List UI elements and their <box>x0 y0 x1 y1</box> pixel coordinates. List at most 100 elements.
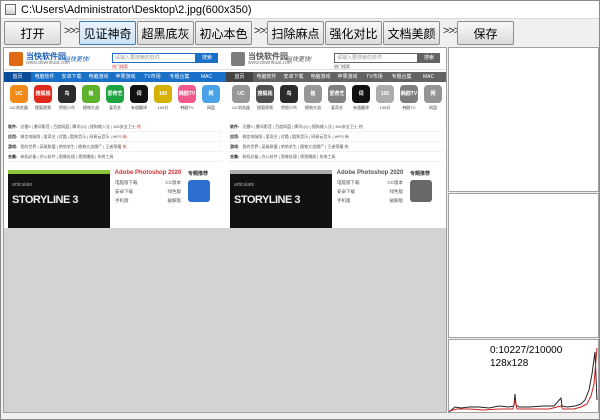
site-app-icon: 鸟愤怒小鸟 <box>278 85 300 111</box>
site-app-icon: 韩剧TV 韩剧TV <box>398 85 420 111</box>
enhance-contrast-button[interactable]: 强化对比 <box>325 21 382 45</box>
site-search-button: 搜索 <box>196 53 218 63</box>
site-nav-item: 专题合集 <box>169 74 190 80</box>
promo-link: 电脑版下载 <box>115 180 138 185</box>
site-app-icon-image: 网 <box>424 85 442 103</box>
save-button[interactable]: 保存 <box>457 21 514 45</box>
hot-badge: 热 <box>121 144 127 149</box>
site-app-icon-image: 100 <box>154 85 172 103</box>
banner-stripe <box>8 170 110 174</box>
category-label: 应用: <box>8 134 18 139</box>
document-beauty-button[interactable]: 文档美颜 <box>383 21 440 45</box>
site-app-icon-image: 韩剧TV <box>400 85 418 103</box>
promo-link: 电脑版下载 <box>337 180 360 185</box>
app-icon-row: UC UC浏览器 搜狐视频 搜狐视频鸟愤怒小鸟植植物大战 爱奇艺 爱奇艺词有道翻译 100 1… <box>8 85 222 119</box>
site-nav-item: 专题合集 <box>391 74 412 80</box>
recommend-block: 专题推荐 <box>410 170 446 228</box>
image-canvas[interactable]: 当快软件园 www.downkuai.com 当快更快! 请输入要搜索的软件 搜… <box>3 47 447 413</box>
site-app-icon: 鸟愤怒小鸟 <box>56 85 78 111</box>
promo-row: 手机版 破解版 <box>334 196 406 205</box>
site-header: 当快软件园 www.downkuai.com 当快更快! 请输入要搜索的软件 搜… <box>4 48 226 70</box>
site-app-icon-image: 爱奇艺 <box>106 85 124 103</box>
storyline-banner: articulate STORYLINE 3 <box>230 170 332 228</box>
hot-badge: 新 <box>343 134 349 139</box>
site-nav-item: 安卓下载 <box>61 74 82 80</box>
banner-brand: articulate <box>12 182 33 188</box>
site-app-icon: 100 100分 <box>374 85 396 111</box>
preview-processed: 当快软件园 www.downkuai.com 当快更快! 请输入要搜索的软件 搜… <box>226 48 446 228</box>
site-nav-item: TV市场 <box>144 74 161 80</box>
app-icon-row: UC UC浏览器 搜狐视频 搜狐视频鸟愤怒小鸟植植物大战 爱奇艺 爱奇艺词有道翻译 100 1… <box>230 85 444 119</box>
site-slogan: 当快更快! <box>64 57 90 63</box>
site-nav: 首页 电脑软件 安卓下载 电脑游戏 苹果游戏 TV市场 专题合集 MAC <box>226 72 446 82</box>
site-app-icon-label: 100分 <box>157 105 169 110</box>
category-row: 合集: 装机必备 | 办公软件 | 图像处理 | 视频播放 | 系统工具 <box>230 152 444 162</box>
category-row: 应用: 微信电脑版 | 爱奇艺 | 优酷 | 酷狗音乐 | 网易云音乐 | WPS… <box>230 132 444 142</box>
site-app-icon-label: 植物大战 <box>305 105 321 110</box>
site-app-icon-label: 有道翻译 <box>353 105 369 110</box>
category-links: 微信电脑版 | 爱奇艺 | 优酷 | 酷狗音乐 | 网易云音乐 | WPS <box>20 134 122 139</box>
site-app-icon: 植植物大战 <box>302 85 324 111</box>
category-label: 游戏: <box>230 144 240 149</box>
histogram-count: 0:10227/210000 <box>490 345 563 356</box>
arrow-separator: >>> <box>64 25 81 37</box>
super-black-button[interactable]: 超黑底灰 <box>137 21 194 45</box>
open-button[interactable]: 打开 <box>4 21 61 45</box>
site-search-box: 请输入要搜索的软件 <box>334 53 418 63</box>
category-links: 迅雷9 | 暴风影音 | 百度网盘 | 腾讯QQ | 搜狗输入法 | 360安全… <box>20 124 136 129</box>
category-label: 应用: <box>230 134 240 139</box>
category-links: 装机必备 | 办公软件 | 图像处理 | 视频播放 | 系统工具 <box>20 154 114 159</box>
category-label: 合集: <box>8 154 18 159</box>
site-app-icon-image: 词 <box>352 85 370 103</box>
category-rows: 软件: 迅雷9 | 暴风影音 | 百度网盘 | 腾讯QQ | 搜狗输入法 | 36… <box>8 122 222 162</box>
hot-badge: 热 <box>135 124 141 129</box>
site-nav-item: TV市场 <box>366 74 383 80</box>
site-app-icon: 100 100分 <box>152 85 174 111</box>
banner-title: STORYLINE 3 <box>234 194 301 206</box>
site-app-icon-label: UC浏览器 <box>10 105 28 110</box>
app-window: C:\Users\Administrator\Desktop\2.jpg(600… <box>0 0 600 420</box>
site-app-icon-label: 韩剧TV <box>180 105 194 110</box>
site-app-icon-image: 鸟 <box>58 85 76 103</box>
category-row: 软件: 迅雷9 | 暴风影音 | 百度网盘 | 腾讯QQ | 搜狗输入法 | 36… <box>8 122 222 132</box>
side-preview-middle <box>448 193 599 338</box>
site-app-icon: 韩剧TV 韩剧TV <box>176 85 198 111</box>
category-row: 软件: 迅雷9 | 暴风影音 | 百度网盘 | 腾讯QQ | 搜狗输入法 | 36… <box>230 122 444 132</box>
site-slogan: 当快更快! <box>286 57 312 63</box>
site-nav-item: MAC <box>422 74 435 80</box>
recommend-title: 专题推荐 <box>188 171 209 177</box>
category-row: 应用: 微信电脑版 | 爱奇艺 | 优酷 | 酷狗音乐 | 网易云音乐 | WPS… <box>8 132 222 142</box>
site-nav: 首页 电脑软件 安卓下载 电脑游戏 苹果游戏 TV市场 专题合集 MAC <box>4 72 226 82</box>
see-magic-button[interactable]: 见证神奇 <box>79 21 136 45</box>
hot-badge: 热 <box>357 124 363 129</box>
site-app-icon-image: 网 <box>202 85 220 103</box>
promo-link: 安卓下载 <box>337 189 355 194</box>
remove-spots-button[interactable]: 扫除麻点 <box>267 21 324 45</box>
original-color-button[interactable]: 初心本色 <box>195 21 252 45</box>
category-row: 游戏: 我的世界 | 英雄联盟 | 绝地求生 | 植物大战僵尸 | 王者荣耀 热 <box>8 142 222 152</box>
site-app-icon: 爱奇艺 爱奇艺 <box>326 85 348 111</box>
side-preview-top <box>448 47 599 192</box>
category-label: 游戏: <box>8 144 18 149</box>
storyline-banner: articulate STORYLINE 3 <box>8 170 110 228</box>
site-nav-item: 首页 <box>226 72 253 82</box>
toolbar: 打开 >>> 见证神奇 超黑底灰 初心本色 >>> 扫除麻点 强化对比 文档美颜… <box>1 20 599 46</box>
promo-row: 电脑版下载 CC版本 <box>334 178 406 187</box>
preview-original: 当快软件园 www.downkuai.com 当快更快! 请输入要搜索的软件 搜… <box>4 48 226 228</box>
title-bar: C:\Users\Administrator\Desktop\2.jpg(600… <box>1 1 599 19</box>
site-nav-item: 苹果游戏 <box>337 74 358 80</box>
recommend-app-icon <box>410 180 432 202</box>
category-label: 软件: <box>230 124 240 129</box>
promo-link: 安卓下载 <box>115 189 133 194</box>
site-app-icon: 网网盘 <box>200 85 222 111</box>
promo-link: CC版本 <box>165 180 182 185</box>
banner-stripe <box>230 170 332 174</box>
site-app-icon-label: UC浏览器 <box>232 105 250 110</box>
site-app-icon-image: 爱奇艺 <box>328 85 346 103</box>
site-app-icon-image: 搜狐视频 <box>256 85 274 115</box>
site-logo-icon <box>231 52 245 66</box>
site-app-icon: UC UC浏览器 <box>230 85 252 111</box>
site-app-icon: 搜狐视频 搜狐视频 <box>32 85 54 115</box>
recommend-title: 专题推荐 <box>410 171 431 177</box>
promo-link: 绿色版 <box>389 189 404 194</box>
